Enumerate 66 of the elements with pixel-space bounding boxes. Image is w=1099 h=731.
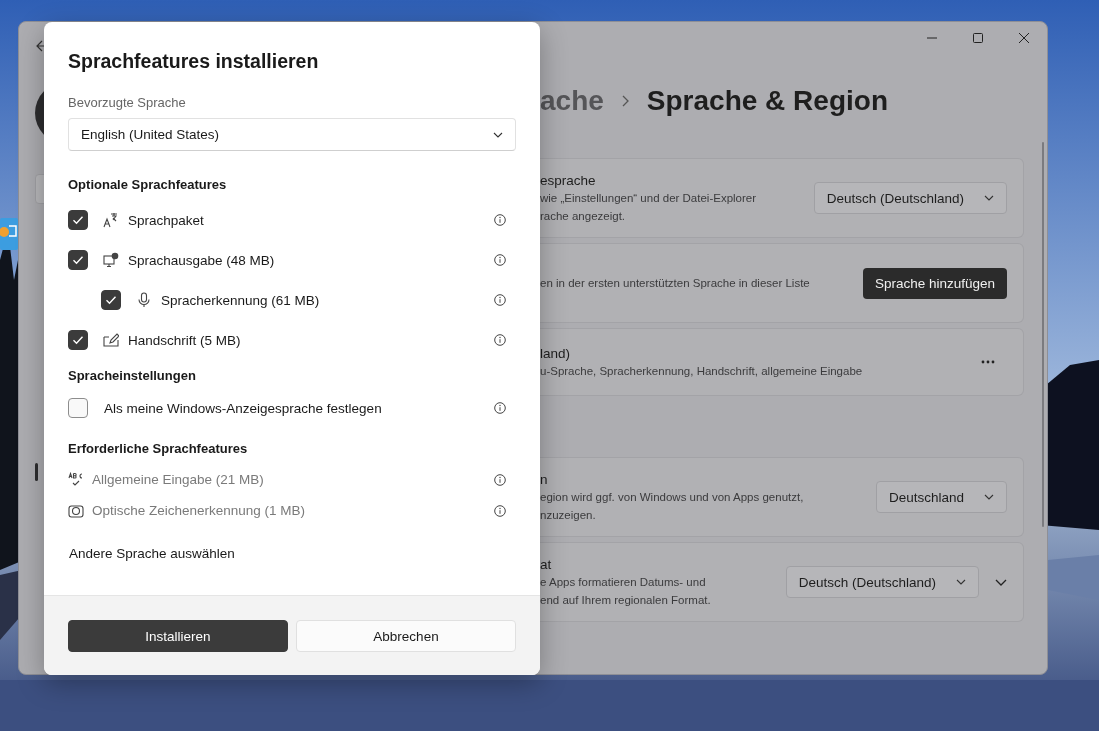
card-title: land) [540,345,572,361]
section-heading: Optionale Sprachfeatures [68,177,228,192]
card-title: esprache [540,172,597,188]
section-heading: Spracheinstellungen [68,368,197,383]
info-icon[interactable] [494,473,506,486]
info-icon[interactable] [494,402,506,414]
close-icon[interactable] [1019,33,1029,43]
card-description: nzuzeigen. [540,507,597,523]
microphone-icon [136,292,152,308]
checkbox[interactable] [68,330,88,350]
language-select[interactable]: English (United States) [68,118,516,151]
selection-indicator [35,463,38,481]
maximize-icon[interactable] [973,33,983,43]
checkbox[interactable] [68,250,88,270]
check-icon [105,295,117,305]
card-description: wie „Einstellungen“ und der Datei-Explorer [540,190,757,206]
chevron-down-icon [984,195,994,201]
install-button[interactable]: Installieren [68,620,288,652]
feature-label: Optische Zeichenerkennung (1 MB) [92,503,307,518]
cancel-button[interactable]: Abbrechen [296,620,516,652]
language-icon [103,212,119,228]
pen-icon [103,332,119,348]
dialog-title: Sprachfeatures installieren [68,50,320,73]
card-title: n [540,471,549,487]
checkbox[interactable] [68,398,88,418]
info-icon[interactable] [494,214,506,226]
page-title: Sprache & Region [646,85,888,117]
camera-icon [68,502,84,519]
option-label: Als meine Windows-Anzeigesprache festlegen [104,400,383,416]
feature-label: Handschrift (5 MB) [128,332,242,348]
feature-label: Sprachpaket [128,212,205,228]
monitor-speech-icon [103,252,119,268]
chevron-down-icon [493,131,503,138]
dropdown[interactable]: Deutsch (Deutschland) [813,182,1007,214]
dropdown[interactable]: Deutsch (Deutschland) [785,566,979,598]
card-title: at [540,556,553,572]
more-icon[interactable] [981,360,995,364]
other-language-link[interactable]: Andere Sprache auswählen [69,546,235,561]
card-description: rache angezeigt. [540,208,627,224]
feature-label: Spracherkennung (61 MB) [161,292,321,308]
feature-label: Allgemeine Eingabe (21 MB) [92,472,265,487]
info-icon[interactable] [494,504,506,517]
chevron-down-icon [984,494,994,500]
field-label: Bevorzugte Sprache [68,95,187,110]
dropdown[interactable]: Deutschland [875,481,1007,513]
check-icon [72,335,84,345]
card-description: egion wird ggf. von Windows und von Apps genutzt, [540,489,804,505]
feature-label: Sprachausgabe (48 MB) [128,252,276,268]
card-description: u-Sprache, Spracherkennung, Handschrift, allgemeine Eingabe [540,363,863,379]
card-description: en in der ersten unterstützten Sprache in dieser Liste [540,276,810,291]
section-heading: Erforderliche Sprachfeatures [68,441,249,456]
check-icon [72,215,84,225]
checkbox[interactable] [68,210,88,230]
add-language-button[interactable]: Sprache hinzufügen [862,267,1007,299]
chevron-right-icon [621,95,629,107]
card-description: e Apps formatieren Datums- und [540,574,707,590]
info-icon[interactable] [494,334,506,346]
info-icon[interactable] [494,254,506,266]
spellcheck-icon [68,471,84,488]
card-description: end auf Ihrem regionalen Format. [540,592,711,608]
check-icon [72,255,84,265]
expand-icon[interactable] [995,578,1007,586]
chevron-down-icon [956,579,966,585]
checkbox[interactable] [101,290,121,310]
scrollbar[interactable] [1042,142,1044,527]
info-icon[interactable] [494,294,506,306]
